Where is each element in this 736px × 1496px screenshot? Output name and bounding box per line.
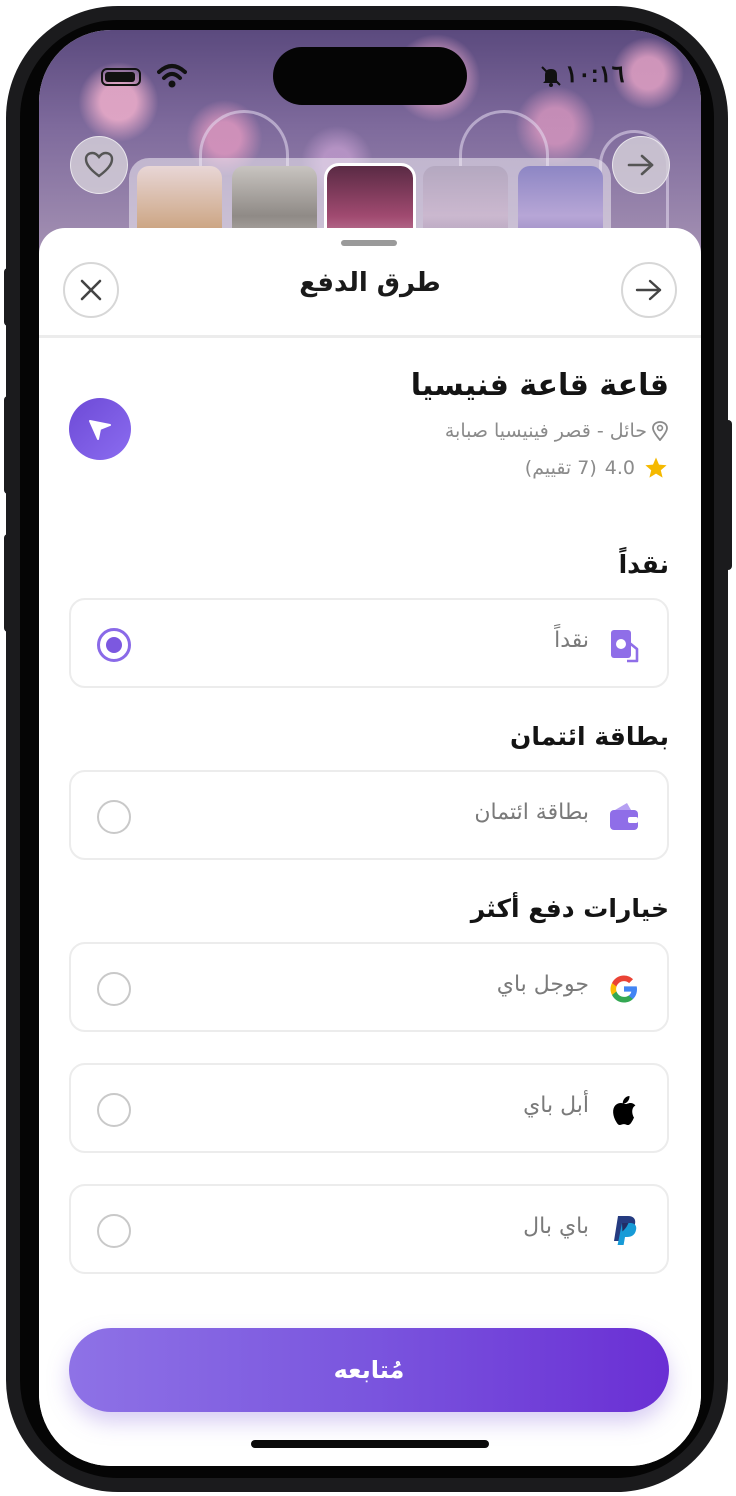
- payment-option-google-pay[interactable]: جوجل باي: [69, 942, 669, 1032]
- location-pin-icon: [652, 421, 668, 441]
- radio-button[interactable]: [97, 1214, 131, 1248]
- sheet-grabber[interactable]: [341, 240, 397, 246]
- sheet-header: طرق الدفع: [39, 248, 701, 338]
- venue-location: حائل - قصر فينيسيا صبابة: [445, 420, 669, 442]
- close-button[interactable]: [63, 262, 119, 318]
- paypal-icon: [605, 1212, 643, 1250]
- venue-rating: 4.0 (7 تقييم): [525, 456, 669, 480]
- payment-methods-sheet: طرق الدفع قاعة قاعة فنيسيا حائل - قصر في…: [39, 228, 701, 1466]
- battery-icon: [101, 68, 141, 86]
- radio-button[interactable]: [97, 628, 131, 662]
- section-credit-card: بطاقة ائتمان: [509, 722, 669, 751]
- rating-value: 4.0: [604, 457, 635, 479]
- favorite-button[interactable]: [70, 136, 128, 194]
- section-cash: نقداً: [618, 550, 669, 579]
- payment-option-paypal[interactable]: باي بال: [69, 1184, 669, 1274]
- google-icon: [605, 970, 643, 1008]
- option-label: جوجل باي: [496, 972, 589, 997]
- option-label: باي بال: [523, 1214, 589, 1239]
- option-label: بطاقة ائتمان: [474, 800, 589, 825]
- payment-option-cash[interactable]: نقداً: [69, 598, 669, 688]
- next-image-button[interactable]: [612, 136, 670, 194]
- status-time: ١٠:١٦: [565, 61, 625, 88]
- wifi-icon: [157, 64, 187, 88]
- section-more-options: خيارات دفع أكثر: [470, 894, 669, 923]
- heart-icon: [84, 151, 114, 178]
- option-label: أبل باي: [523, 1093, 589, 1118]
- forward-button[interactable]: [621, 262, 677, 318]
- directions-button[interactable]: [69, 398, 131, 460]
- arrow-right-icon: [627, 154, 654, 176]
- navigation-arrow-icon: [89, 420, 111, 440]
- payment-option-credit-card[interactable]: بطاقة ائتمان: [69, 770, 669, 860]
- venue-location-text: حائل - قصر فينيسيا صبابة: [444, 420, 647, 442]
- cash-icon: [605, 626, 643, 664]
- radio-button[interactable]: [97, 972, 131, 1006]
- close-icon: [80, 279, 102, 301]
- payment-option-apple-pay[interactable]: أبل باي: [69, 1063, 669, 1153]
- sheet-title: طرق الدفع: [299, 268, 441, 298]
- venue-name: قاعة قاعة فنيسيا: [410, 368, 669, 403]
- home-indicator[interactable]: [251, 1440, 489, 1448]
- apple-icon: [605, 1091, 643, 1129]
- arrow-right-icon: [635, 279, 662, 301]
- rating-count: (7 تقييم): [524, 457, 597, 479]
- star-icon: [645, 457, 667, 478]
- bell-muted-icon: [541, 66, 561, 87]
- radio-button[interactable]: [97, 1093, 131, 1127]
- wallet-icon: [605, 798, 643, 836]
- dynamic-island: [273, 47, 467, 105]
- continue-button[interactable]: مُتابعه: [69, 1328, 669, 1412]
- radio-button[interactable]: [97, 800, 131, 834]
- option-label: نقداً: [554, 628, 589, 653]
- screen: ١٠:١٦ طرق الدفع قاعة قاعة فنيسيا حائل - …: [39, 30, 701, 1466]
